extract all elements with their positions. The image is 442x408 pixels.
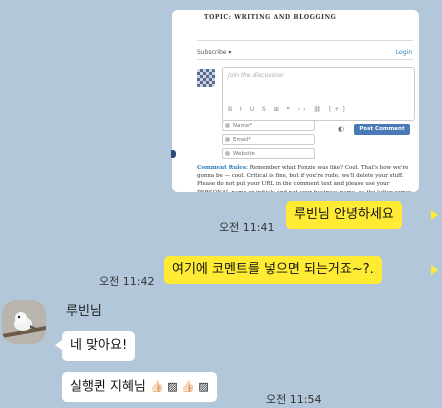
their-message-bubble[interactable]: 실행퀸 지혜님 👍🏻 ▨ 👍🏻 ▨	[62, 372, 217, 402]
media-indicator-icon	[171, 150, 176, 158]
my-message-bubble[interactable]: 루빈님 안녕하세요	[286, 201, 402, 229]
sender-avatar[interactable]	[2, 300, 46, 344]
user-icon	[225, 123, 230, 128]
message-text: 실행퀸 지혜님	[70, 379, 146, 395]
comment-placeholder: Join the discussion	[228, 72, 284, 79]
message-time: 오전 11:54	[266, 393, 322, 406]
bubble-tail	[431, 265, 438, 275]
message-time: 오전 11:41	[219, 221, 275, 234]
shared-screenshot-image[interactable]: TOPIC: WRITING AND BLOGGING Subscribe ▾ …	[172, 10, 419, 192]
divider	[197, 59, 413, 60]
my-message-bubble[interactable]: 여기에 코멘트를 넣으면 되는거죠~?.	[164, 256, 382, 284]
topic-heading: TOPIC: WRITING AND BLOGGING	[204, 14, 337, 21]
commenter-avatar	[197, 69, 215, 87]
eye-icon: ◐	[338, 125, 345, 133]
rules-label: Comment Rules:	[197, 165, 248, 171]
bubble-tail	[431, 210, 438, 220]
comment-rules: Comment Rules: Remember what Fonzie was …	[197, 164, 415, 192]
email-field: Email*	[222, 134, 315, 145]
subscribe-link: Subscribe ▾	[197, 49, 232, 56]
name-field: Name*	[222, 120, 315, 131]
message-time: 오전 11:42	[99, 275, 155, 288]
post-comment-button: Post Comment	[354, 124, 410, 135]
login-link: Login	[395, 49, 412, 56]
divider	[197, 40, 413, 41]
sender-name: 루빈님	[66, 304, 102, 319]
bird-photo	[2, 300, 46, 344]
bubble-tail	[55, 340, 62, 350]
their-message-bubble[interactable]: 네 맞아요!	[62, 331, 136, 361]
email-icon	[225, 137, 230, 142]
format-toolbar: B I U S ⊞ ❝ ‹› ⛓ [+]	[228, 106, 348, 113]
emoji-sequence: 👍🏻 ▨ 👍🏻 ▨	[150, 380, 209, 393]
website-field: Website	[222, 148, 315, 159]
link-icon	[225, 151, 230, 156]
